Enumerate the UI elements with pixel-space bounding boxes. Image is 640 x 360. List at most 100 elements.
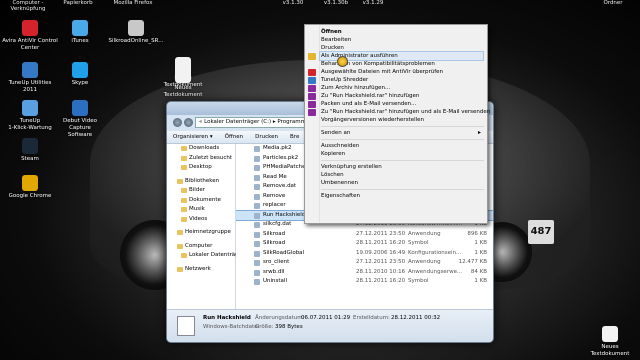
nav-item[interactable]: Musik bbox=[167, 205, 235, 215]
menu-item-icon bbox=[308, 100, 316, 108]
file-row[interactable]: srwb.dll 28.11.2010 10:16 Anwendungserwe..… bbox=[236, 268, 493, 278]
file-row[interactable]: SilkRoadGlobal 19.09.2006 16:49 Konfigurat… bbox=[236, 249, 493, 259]
nav-item[interactable]: Heimnetzgruppe bbox=[167, 228, 235, 238]
context-menu-item[interactable]: Eigenschaften bbox=[320, 192, 483, 200]
context-menu-item[interactable]: Packen und als E-Mail versenden... bbox=[320, 100, 483, 108]
desktop-icon-new-text-document[interactable]: Neues Textdokument bbox=[582, 326, 638, 358]
file-type: Anwendung bbox=[408, 230, 441, 237]
file-date: 28.11.2011 16:20 bbox=[356, 240, 406, 246]
context-menu-item[interactable]: Ausschneiden bbox=[320, 142, 483, 150]
desktop-icon[interactable]: Google Chrome bbox=[2, 175, 58, 200]
details-modified-value: 06.07.2011 01:29 bbox=[301, 315, 351, 321]
desktop-icon-label: Avira AntiVir Control Center bbox=[2, 38, 58, 51]
nav-item[interactable]: Netzwerk bbox=[167, 265, 235, 275]
context-menu-item[interactable]: Verknüpfung erstellen bbox=[320, 163, 483, 171]
file-size: 84 KB bbox=[470, 268, 487, 275]
file-icon bbox=[254, 146, 260, 152]
file-name: Silkroad bbox=[263, 230, 286, 237]
context-menu-item[interactable]: Zu "Run Hackshield.rar" hinzufügen und a… bbox=[320, 108, 490, 116]
nav-item[interactable]: Videos bbox=[167, 215, 235, 225]
app-icon bbox=[72, 100, 88, 116]
menu-item-icon bbox=[308, 76, 316, 84]
file-icon bbox=[254, 193, 260, 200]
nav-item[interactable]: Bilder bbox=[167, 186, 235, 196]
context-menu-item[interactable]: Löschen bbox=[320, 171, 483, 179]
context-menu-item[interactable]: Bearbeiten bbox=[320, 36, 483, 44]
details-created-label: Erstelldatum: bbox=[353, 315, 390, 321]
file-name: Silkroad bbox=[263, 240, 286, 246]
app-icon bbox=[72, 20, 88, 36]
nav-item[interactable]: Dokumente bbox=[167, 196, 235, 206]
file-icon bbox=[254, 231, 260, 238]
nav-item-label: Desktop bbox=[189, 164, 212, 170]
desktop-icon[interactable]: Neues Textdokument bbox=[155, 67, 211, 99]
desktop-icon[interactable]: TuneUp Utilities 2011 bbox=[2, 62, 58, 94]
folder-icon bbox=[177, 266, 183, 272]
file-size: 1 KB bbox=[474, 240, 487, 246]
desktop-icon[interactable]: Debut Video Capture Software bbox=[52, 100, 108, 139]
menu-item-label: Senden an bbox=[321, 130, 351, 136]
navigation-pane: Downloads Zuletzt besucht Desktop Bibliothe… bbox=[167, 144, 239, 310]
nav-item[interactable]: Desktop bbox=[167, 163, 235, 173]
nav-item[interactable]: Bibliotheken bbox=[167, 177, 235, 187]
context-menu-item[interactable]: Kopieren bbox=[320, 150, 483, 158]
nav-item-label: Netzwerk bbox=[185, 265, 211, 272]
desktop-top-label[interactable]: v3.1.29 bbox=[353, 0, 393, 6]
desktop-top-label[interactable]: Verknüpfung bbox=[8, 6, 48, 12]
nav-item-label: Lokaler Datenträg bbox=[189, 252, 239, 258]
file-row[interactable]: Uninstall 28.11.2011 16:20 Symbol 1 KB bbox=[236, 277, 493, 287]
desktop-top-label[interactable]: Papierkorb bbox=[58, 0, 98, 6]
nav-item[interactable]: Zuletzt besucht bbox=[167, 154, 235, 164]
menu-item-label: Vorgängerversionen wiederherstellen bbox=[321, 117, 425, 123]
forward-button[interactable] bbox=[184, 118, 193, 127]
menu-item-icon bbox=[308, 84, 316, 92]
menu-item-label: Zum Archiv hinzufügen... bbox=[321, 85, 391, 91]
folder-icon bbox=[181, 207, 187, 212]
desktop-top-label[interactable]: Mozilla Firefox bbox=[113, 0, 153, 6]
file-type: Konfigurationsein... bbox=[408, 249, 462, 256]
toolbar-item[interactable]: Organisieren ▾ bbox=[167, 134, 219, 140]
menu-item-label: Verknüpfung erstellen bbox=[321, 164, 382, 170]
menu-item-label: Drucken bbox=[321, 45, 344, 51]
file-row[interactable]: Silkroad 27.12.2011 23:50 Anwendung 896 KB bbox=[236, 230, 493, 240]
desktop-icon[interactable]: Avira AntiVir Control Center bbox=[2, 20, 58, 52]
desktop-icon[interactable]: SilkroadOnline_SR... bbox=[108, 20, 164, 45]
desktop-top-label[interactable]: v3.1.30b bbox=[316, 0, 356, 6]
desktop-icon[interactable]: Steam bbox=[2, 138, 58, 163]
menu-separator bbox=[321, 160, 484, 161]
back-button[interactable] bbox=[173, 118, 182, 127]
context-menu-item[interactable]: TuneUp Shredder bbox=[320, 76, 483, 84]
nav-item[interactable]: Downloads bbox=[167, 144, 235, 154]
file-icon bbox=[254, 184, 260, 190]
desktop-icon-label: Google Chrome bbox=[8, 193, 52, 199]
nav-item[interactable]: Computer bbox=[167, 242, 235, 252]
batch-file-icon bbox=[177, 316, 195, 336]
desktop-top-label[interactable]: Ordner bbox=[593, 0, 633, 6]
context-menu-item[interactable]: Drucken bbox=[320, 44, 483, 52]
menu-item-icon bbox=[308, 68, 316, 76]
menu-item-label: Eigenschaften bbox=[321, 193, 360, 199]
toolbar-item[interactable]: Drucken bbox=[249, 134, 284, 140]
folder-icon bbox=[181, 165, 187, 170]
desktop-icon[interactable]: TuneUp 1-Klick-Wartung bbox=[2, 100, 58, 132]
desktop-top-label[interactable]: v3.1.30 bbox=[273, 0, 313, 6]
context-menu-item[interactable]: Vorgängerversionen wiederherstellen bbox=[320, 116, 483, 124]
file-row[interactable]: sro_client 27.12.2011 23:50 Anwendung 12.47… bbox=[236, 258, 493, 268]
context-menu-item[interactable]: Umbenennen bbox=[320, 179, 483, 187]
desktop-icon[interactable]: iTunes bbox=[52, 20, 108, 45]
file-name: Media.pk2 bbox=[263, 145, 292, 151]
file-row[interactable]: Silkroad 28.11.2011 16:20 Symbol 1 KB bbox=[236, 239, 493, 249]
context-menu-item[interactable]: Senden an ▸ bbox=[320, 129, 483, 137]
details-modified-label: Änderungsdatum: bbox=[255, 315, 305, 321]
file-name: Particles.pk2 bbox=[263, 154, 299, 161]
context-menu-item[interactable]: Zum Archiv hinzufügen... bbox=[320, 84, 483, 92]
toolbar-item[interactable]: Öffnen bbox=[219, 134, 249, 140]
context-menu-item[interactable]: Ausgewählte Dateien mit AntiVir überprüf… bbox=[320, 68, 483, 76]
desktop-icon[interactable]: Skype bbox=[52, 62, 108, 87]
nav-item[interactable]: Lokaler Datenträg bbox=[167, 251, 239, 261]
app-icon bbox=[128, 20, 144, 36]
context-menu-item[interactable]: Zu "Run Hackshield.rar" hinzufügen bbox=[320, 92, 483, 100]
context-menu-item[interactable]: Öffnen bbox=[320, 28, 483, 36]
toolbar-item[interactable]: Bre bbox=[284, 134, 305, 140]
nav-item-label: Downloads bbox=[189, 145, 220, 151]
